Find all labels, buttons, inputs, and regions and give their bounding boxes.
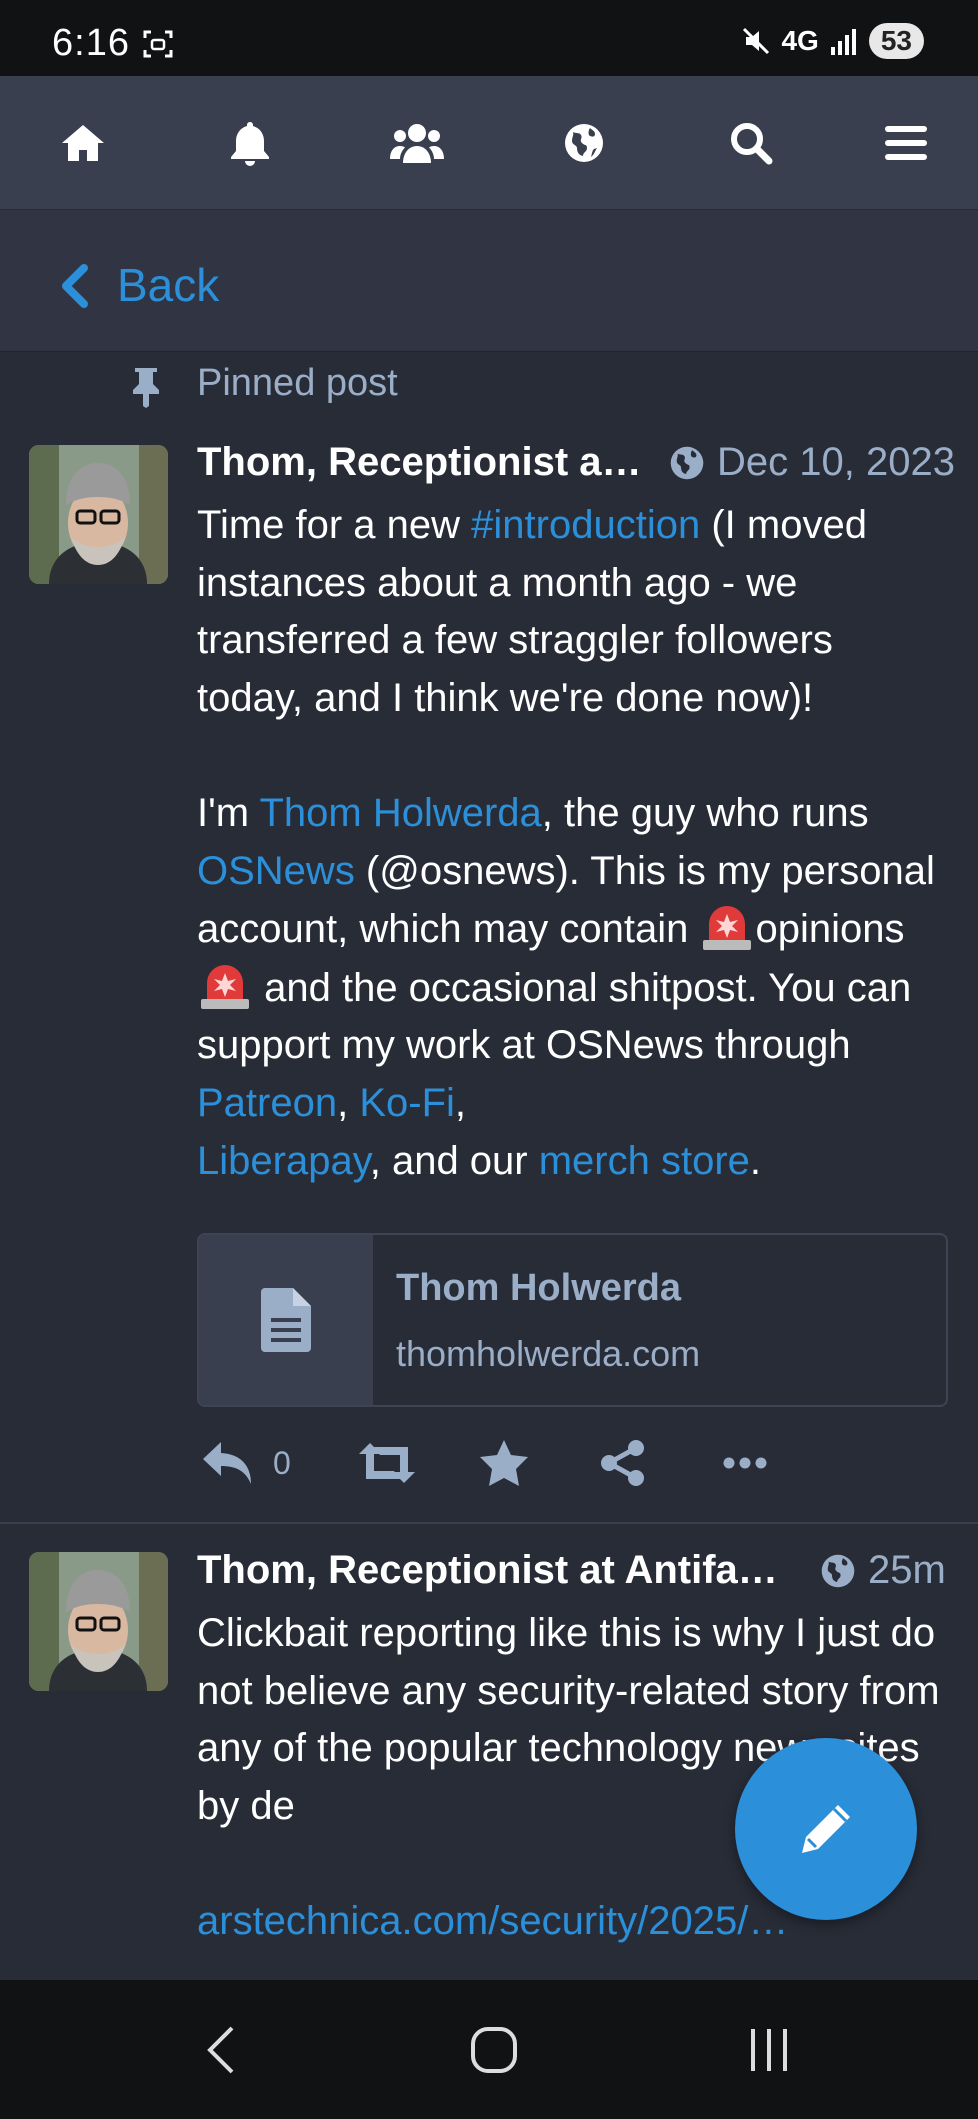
menu-icon[interactable] xyxy=(875,112,937,174)
post-paragraph: Time for a new #introduction (I moved in… xyxy=(197,497,947,727)
post-actions: 0 xyxy=(197,1433,797,1493)
text-segment: , the guy who runs xyxy=(541,790,869,835)
status-bar: 6:16 4G 53 xyxy=(0,0,978,76)
document-icon xyxy=(261,1288,311,1352)
recents-icon xyxy=(751,2029,787,2071)
more-options-button[interactable] xyxy=(723,1433,767,1493)
reply-icon xyxy=(203,1442,251,1484)
ellipsis-icon xyxy=(723,1457,767,1469)
pencil-icon xyxy=(802,1805,850,1853)
reply-button[interactable]: 0 xyxy=(201,1433,291,1493)
signal-icon xyxy=(830,29,856,55)
text-segment: and the occasional shitpost. You can sup… xyxy=(197,965,912,1068)
home-icon[interactable] xyxy=(52,112,114,174)
pin-icon xyxy=(133,368,159,408)
users-icon[interactable] xyxy=(386,112,448,174)
pinned-indicator: Pinned post xyxy=(0,354,978,416)
text-segment: , xyxy=(454,1080,467,1125)
chevron-left-icon[interactable] xyxy=(58,264,92,308)
home-circle-icon xyxy=(471,2027,517,2073)
back-arrow-icon xyxy=(207,2026,234,2074)
status-time: 6:16 xyxy=(52,22,130,64)
profile-link[interactable]: Thom Holwerda xyxy=(259,791,541,835)
compose-button[interactable] xyxy=(735,1738,917,1920)
post-date[interactable]: Dec 10, 2023 xyxy=(717,440,955,485)
text-segment: I'm xyxy=(197,790,260,835)
text-segment: . xyxy=(749,1138,762,1183)
share-icon xyxy=(601,1440,644,1486)
patreon-link[interactable]: Patreon xyxy=(197,1081,337,1125)
text-segment: , xyxy=(337,1080,360,1125)
pinned-label: Pinned post xyxy=(197,362,398,404)
system-navigation-bar xyxy=(0,1980,978,2119)
screenshot-icon xyxy=(143,30,173,58)
globe-icon xyxy=(821,1554,855,1587)
siren-emoji-icon xyxy=(699,900,755,951)
back-bar: Back xyxy=(0,209,978,352)
post-content: Time for a new #introduction (I moved in… xyxy=(197,497,947,1190)
globe-icon xyxy=(670,446,704,479)
reply-count: 0 xyxy=(273,1444,291,1481)
author-name[interactable]: Thom, Receptionist at… xyxy=(197,440,647,485)
share-button[interactable] xyxy=(600,1433,646,1493)
network-type: 4G xyxy=(781,25,819,56)
siren-emoji-icon xyxy=(197,959,253,1009)
system-recents-button[interactable] xyxy=(744,2020,794,2080)
liberapay-link[interactable]: Liberapay xyxy=(197,1139,370,1183)
post-date[interactable]: 25m xyxy=(868,1548,946,1593)
back-button[interactable]: Back xyxy=(117,258,219,312)
post-meta: 25m xyxy=(820,1548,946,1593)
merch-store-link[interactable]: merch store xyxy=(539,1139,750,1183)
hashtag-link[interactable]: #introduction xyxy=(471,503,700,547)
kofi-link[interactable]: Ko-Fi xyxy=(359,1081,455,1125)
text-segment: , and our xyxy=(369,1138,539,1183)
article-link[interactable]: arstechnica.com/security/2025/… xyxy=(197,1899,788,1943)
card-thumbnail xyxy=(199,1235,373,1405)
text-segment: opinions xyxy=(755,907,905,952)
post-paragraph: I'm Thom Holwerda, the guy who runs OSNe… xyxy=(197,785,947,1190)
card-title: Thom Holwerda xyxy=(396,1267,682,1309)
system-back-button[interactable] xyxy=(196,2020,244,2080)
boost-button[interactable] xyxy=(358,1433,416,1493)
card-domain: thomholwerda.com xyxy=(396,1333,701,1374)
mute-icon xyxy=(743,27,770,55)
author-name[interactable]: Thom, Receptionist at Antifa®… xyxy=(197,1548,807,1593)
favourite-button[interactable] xyxy=(479,1433,529,1493)
post-divider xyxy=(0,1522,978,1524)
bell-icon[interactable] xyxy=(219,112,281,174)
star-icon xyxy=(480,1440,528,1486)
link-preview-card[interactable]: Thom Holwerda thomholwerda.com xyxy=(197,1233,948,1407)
post-meta: Dec 10, 2023 xyxy=(669,440,955,485)
globe-icon[interactable] xyxy=(553,112,615,174)
text-segment: Time for a new xyxy=(197,503,472,547)
battery-level: 53 xyxy=(868,23,924,59)
boost-icon xyxy=(359,1443,415,1483)
system-home-button[interactable] xyxy=(468,2020,520,2080)
avatar[interactable] xyxy=(29,445,168,584)
search-icon[interactable] xyxy=(720,112,782,174)
osnews-link[interactable]: OSNews xyxy=(197,849,355,893)
avatar[interactable] xyxy=(29,1552,168,1691)
top-navigation xyxy=(0,76,978,209)
